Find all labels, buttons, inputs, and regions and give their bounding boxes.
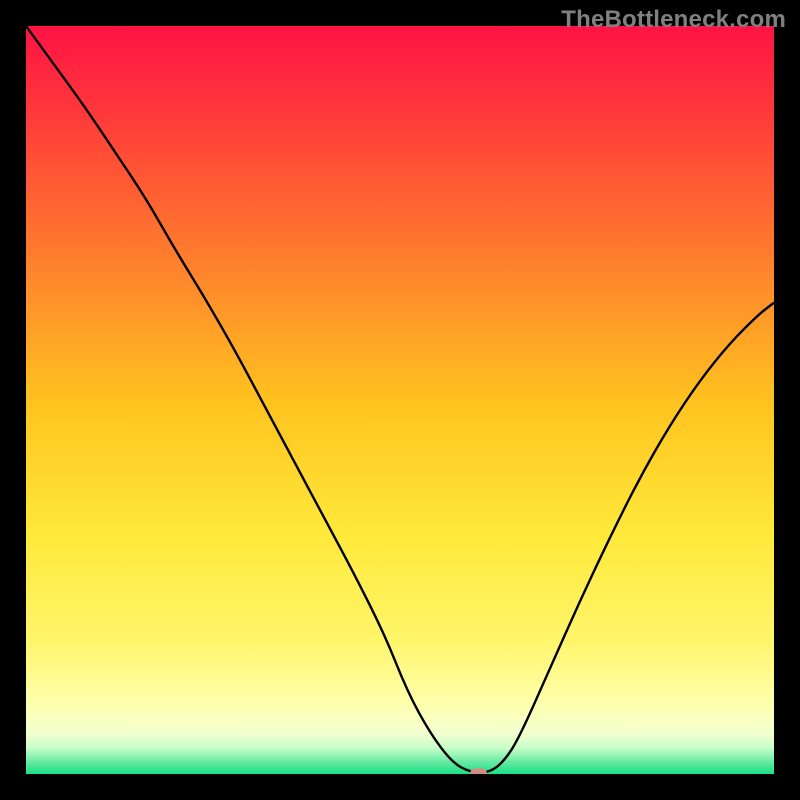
bottleneck-chart [26,26,774,774]
optimal-marker [470,768,486,774]
chart-frame [26,26,774,774]
watermark-text: TheBottleneck.com [561,6,786,34]
chart-background [26,26,774,774]
